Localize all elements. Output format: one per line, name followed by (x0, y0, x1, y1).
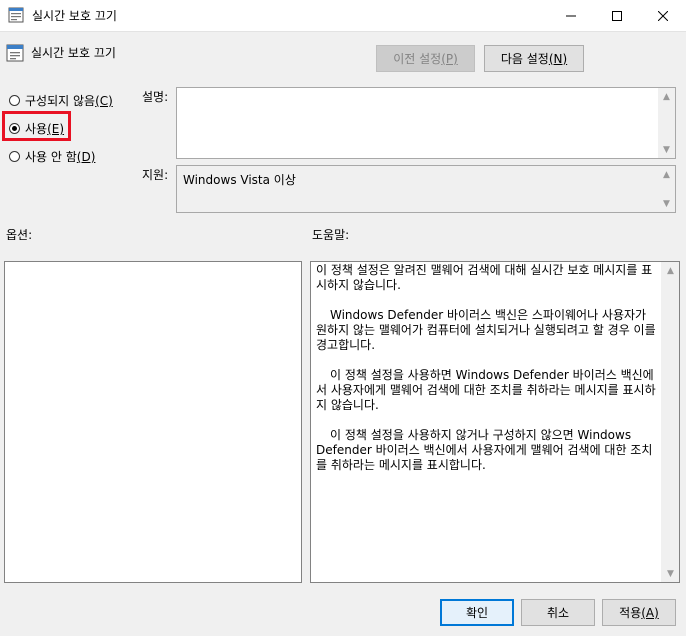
apply-button-label: 적용 (619, 606, 642, 620)
scroll-down-arrow-icon[interactable]: ▼ (658, 141, 675, 158)
radio-not-configured[interactable]: 구성되지 않음(C) (9, 92, 113, 109)
help-label: 도움말: (312, 228, 350, 242)
help-paragraph: 이 정책 설정을 사용하지 않거나 구성하지 않으면 Windows Defen… (316, 428, 653, 472)
radio-circle[interactable] (9, 151, 20, 162)
radio-circle[interactable] (9, 95, 20, 106)
highlight-annotation (2, 111, 71, 141)
minimize-icon (566, 15, 576, 16)
scroll-down-arrow-icon[interactable]: ▼ (662, 565, 679, 582)
policy-setting-icon (6, 44, 24, 62)
close-button[interactable] (640, 0, 686, 31)
cancel-button-label: 취소 (546, 606, 570, 620)
supported-on-box: Windows Vista 이상 ▲ ▼ (176, 165, 676, 213)
next-setting-mnemonic: (N) (548, 51, 568, 66)
radio-not-configured-label: 구성되지 않음 (25, 94, 96, 108)
minimize-button[interactable] (548, 0, 594, 31)
supported-scrollbar[interactable]: ▲ ▼ (658, 166, 675, 212)
setting-title: 실시간 보호 끄기 (31, 46, 116, 60)
help-paragraph: 이 정책 설정을 사용하면 Windows Defender 바이러스 백신에서… (316, 368, 656, 412)
options-pane (4, 261, 302, 583)
next-setting-button[interactable]: 다음 설정 (N) (484, 45, 584, 72)
ok-button-label: 확인 (465, 606, 489, 620)
help-text: 이 정책 설정은 알려진 맬웨어 검색에 대해 실시간 보호 메시지를 표시하지… (316, 263, 658, 488)
scroll-up-arrow-icon[interactable]: ▲ (658, 166, 675, 183)
close-icon (658, 10, 668, 21)
comment-textarea[interactable]: ▲ ▼ (176, 87, 676, 159)
help-paragraph: 이 정책 설정은 알려진 맬웨어 검색에 대해 실시간 보호 메시지를 표시하지… (316, 263, 653, 292)
help-paragraph: Windows Defender 바이러스 백신은 스파이웨어나 사용자가 원하… (316, 308, 656, 352)
comment-label: 설명: (142, 90, 169, 104)
maximize-icon (612, 10, 622, 21)
supported-on-label: 지원: (142, 168, 169, 182)
scroll-up-arrow-icon[interactable]: ▲ (662, 262, 679, 279)
help-scrollbar[interactable]: ▲ ▼ (661, 262, 679, 582)
apply-button[interactable]: 적용 (A) (602, 599, 676, 626)
ok-button[interactable]: 확인 (440, 599, 514, 626)
scroll-up-arrow-icon[interactable]: ▲ (658, 88, 675, 105)
maximize-button[interactable] (594, 0, 640, 31)
window-title: 실시간 보호 끄기 (32, 9, 117, 23)
previous-setting-mnemonic: (P) (441, 51, 458, 66)
previous-setting-label: 이전 설정 (393, 52, 442, 66)
policy-app-icon (8, 7, 24, 23)
radio-disabled-label: 사용 안 함 (25, 150, 77, 164)
options-label: 옵션: (6, 228, 33, 242)
radio-disabled[interactable]: 사용 안 함(D) (9, 148, 95, 165)
supported-on-value: Windows Vista 이상 (183, 173, 296, 187)
title-bar: 실시간 보호 끄기 (0, 0, 686, 32)
cancel-button[interactable]: 취소 (521, 599, 595, 626)
comment-scrollbar[interactable]: ▲ ▼ (658, 88, 675, 158)
radio-not-configured-mnemonic: (C) (95, 94, 113, 108)
apply-button-mnemonic: (A) (641, 605, 659, 620)
previous-setting-button[interactable]: 이전 설정 (P) (376, 45, 475, 72)
scroll-down-arrow-icon[interactable]: ▼ (658, 195, 675, 212)
next-setting-label: 다음 설정 (500, 52, 549, 66)
help-pane: 이 정책 설정은 알려진 맬웨어 검색에 대해 실시간 보호 메시지를 표시하지… (310, 261, 680, 583)
radio-disabled-mnemonic: (D) (76, 150, 96, 164)
